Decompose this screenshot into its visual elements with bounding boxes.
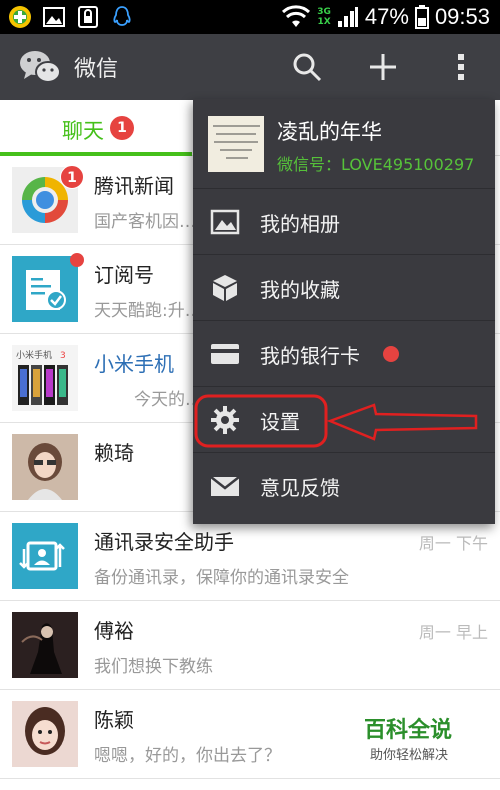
status-bar: 3G 1X 47% 09:53: [0, 0, 500, 34]
unread-dot: [70, 253, 84, 267]
wechat-logo-icon: [20, 51, 61, 83]
clock: 09:53: [434, 4, 490, 29]
chat-preview: 国产客机因…: [94, 212, 196, 232]
overflow-menu: 凌乱的年华 微信号：LOVE495100297 我的相册 我的收藏 我的银行卡: [193, 99, 495, 524]
plus-icon: [370, 54, 396, 80]
battery-icon: [414, 5, 429, 29]
gear-icon: [211, 406, 239, 434]
menu-item-label: 意见反馈: [260, 476, 340, 500]
network-type: 3G 1X: [317, 7, 331, 27]
menu-item-label: 设置: [260, 410, 300, 434]
bank-card-icon: [211, 344, 239, 364]
chat-name: 傅裕: [94, 619, 134, 643]
search-icon: [293, 53, 322, 82]
chat-name: 陈颖: [94, 708, 134, 732]
menu-item-feedback[interactable]: 意见反馈: [193, 453, 495, 519]
svg-text:小米手机: 小米手机: [16, 349, 52, 361]
chat-preview: 嗯嗯，好的，你出去了？: [94, 746, 281, 766]
game-app-icon: [9, 6, 31, 28]
avatar: [12, 434, 78, 500]
signal-icon: [337, 7, 358, 27]
watermark-subtitle: 助你轻松解决: [370, 748, 449, 763]
avatar: [12, 256, 78, 322]
tab-chats-label: 聊天: [62, 119, 104, 143]
avatar: [12, 612, 78, 678]
chat-preview: 今天的…: [134, 390, 202, 410]
unread-badge: 1: [60, 165, 84, 189]
watermark-title: 百科全说: [364, 718, 453, 743]
watermark-logo: 百科全说 助你轻松解决: [356, 712, 486, 764]
app-title: 微信: [74, 57, 119, 82]
profile-name: 凌乱的年华: [277, 120, 382, 144]
chat-name: 订阅号: [94, 263, 154, 287]
chat-name: 赖琦: [94, 441, 134, 465]
chat-time: 周一 早上: [418, 623, 488, 642]
chat-preview: 天天酷跑:升…: [94, 301, 202, 321]
wifi-icon: [282, 5, 311, 27]
menu-item-label: 我的银行卡: [260, 344, 360, 368]
menu-item-settings[interactable]: 设置: [193, 387, 495, 453]
menu-profile[interactable]: 凌乱的年华 微信号：LOVE495100297: [193, 99, 495, 189]
new-indicator-dot: [383, 346, 399, 362]
qq-icon: [113, 6, 131, 26]
chat-row-contacts-assistant[interactable]: 通讯录安全助手 备份通讯录，保障你的通讯录安全 周一 下午: [0, 512, 500, 601]
gallery-icon: [43, 7, 65, 27]
action-bar: 微信: [0, 34, 500, 100]
avatar: [12, 523, 78, 589]
profile-avatar: [208, 116, 264, 172]
menu-item-my-favorites[interactable]: 我的收藏: [193, 255, 495, 321]
more-options-button[interactable]: [440, 46, 482, 88]
chat-name: 腾讯新闻: [94, 174, 174, 198]
svg-text:3: 3: [60, 351, 66, 361]
photo-album-icon: [210, 209, 240, 235]
tab-unread-badge: 1: [110, 116, 134, 140]
chat-name: 通讯录安全助手: [94, 530, 234, 554]
chat-time: 周一 下午: [418, 534, 488, 553]
menu-item-my-album[interactable]: 我的相册: [193, 189, 495, 255]
avatar: [12, 701, 78, 767]
menu-item-bank-cards[interactable]: 我的银行卡: [193, 321, 495, 387]
chat-row-fuyu[interactable]: 傅裕 我们想换下教练 周一 早上: [0, 601, 500, 690]
menu-item-label: 我的相册: [260, 212, 340, 236]
notification-icons: [8, 5, 134, 29]
profile-wechat-id: 微信号：LOVE495100297: [277, 155, 475, 174]
more-icon: [458, 54, 464, 80]
battery-percent: 47%: [364, 4, 409, 29]
envelope-icon: [210, 476, 240, 496]
add-button[interactable]: [362, 46, 404, 88]
search-button[interactable]: [286, 46, 328, 88]
chat-preview: 我们想换下教练: [94, 657, 213, 677]
chat-preview: 备份通讯录，保障你的通讯录安全: [94, 568, 349, 588]
lock-icon: [78, 6, 98, 28]
tab-chats[interactable]: 聊天 1: [0, 100, 192, 157]
avatar: 小米手机 3: [12, 345, 78, 411]
menu-item-label: 我的收藏: [260, 278, 340, 302]
system-status: 3G 1X 47% 09:53: [281, 3, 490, 31]
chat-name: 小米手机: [94, 352, 174, 376]
favorites-box-icon: [213, 275, 237, 301]
